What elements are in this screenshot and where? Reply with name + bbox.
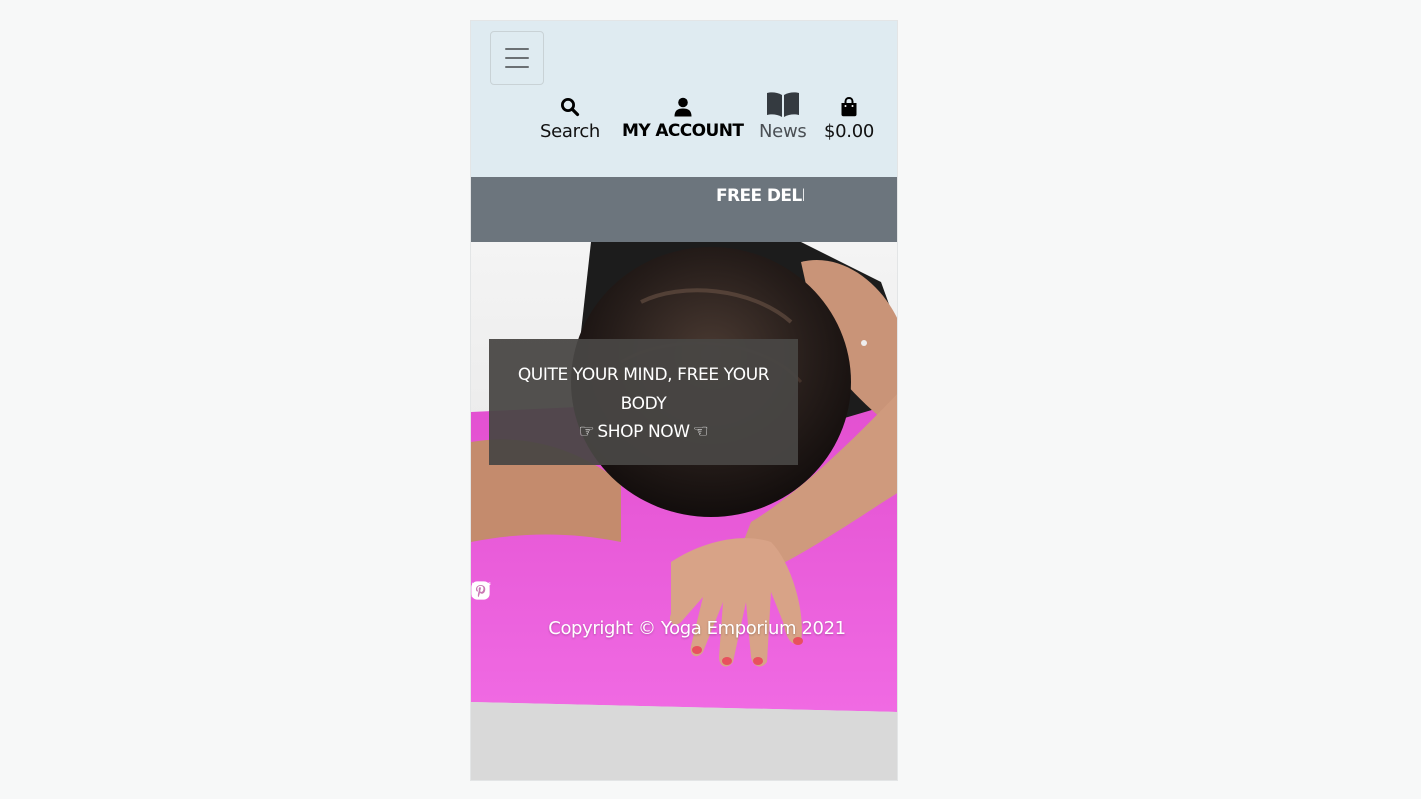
nav-search-link[interactable]: Search bbox=[540, 91, 600, 142]
hand-point-right-icon: ☞ bbox=[578, 421, 595, 442]
hero-cta-box[interactable]: QUITE YOUR MIND, FREE YOUR BODY ☞ SHOP N… bbox=[489, 339, 798, 465]
hamburger-icon bbox=[505, 48, 529, 50]
facebook-icon[interactable] bbox=[471, 581, 661, 601]
user-icon bbox=[674, 91, 692, 117]
hero-tagline: QUITE YOUR MIND, FREE YOUR BODY bbox=[517, 365, 770, 414]
page-frame: Search MY ACCOUNT News $0.00 FREE DELI Q… bbox=[470, 20, 898, 781]
nav-news-link[interactable]: News bbox=[759, 91, 807, 142]
menu-toggle-button[interactable] bbox=[490, 31, 544, 85]
banner-marquee-text: FREE DELIVERY bbox=[716, 186, 804, 206]
site-header: Search MY ACCOUNT News $0.00 bbox=[471, 21, 897, 177]
copyright-text: Copyright © Yoga Emporium 2021 bbox=[548, 618, 846, 639]
delivery-banner: FREE DELIVERY bbox=[471, 177, 897, 242]
hand-point-left-icon: ☜ bbox=[692, 421, 709, 442]
nav-account-link[interactable]: MY ACCOUNT bbox=[622, 91, 744, 141]
nav-cart-total: $0.00 bbox=[824, 121, 875, 142]
shop-now-label: SHOP NOW bbox=[597, 422, 690, 442]
shop-now-button[interactable]: ☞ SHOP NOW ☜ bbox=[489, 419, 798, 445]
pinterest-icon[interactable] bbox=[471, 581, 754, 601]
book-icon bbox=[766, 91, 800, 117]
search-icon bbox=[560, 91, 580, 117]
twitter-icon[interactable] bbox=[471, 581, 723, 601]
nav-account-label: MY ACCOUNT bbox=[622, 121, 744, 141]
instagram-icon[interactable] bbox=[471, 581, 692, 601]
hero-section: QUITE YOUR MIND, FREE YOUR BODY ☞ SHOP N… bbox=[471, 242, 897, 780]
shopping-bag-icon bbox=[840, 91, 858, 117]
nav-search-label: Search bbox=[540, 121, 601, 142]
nav-news-label: News bbox=[759, 121, 807, 142]
nav-cart-link[interactable]: $0.00 bbox=[824, 91, 874, 142]
hero-photo bbox=[471, 242, 897, 780]
social-links bbox=[471, 581, 897, 601]
